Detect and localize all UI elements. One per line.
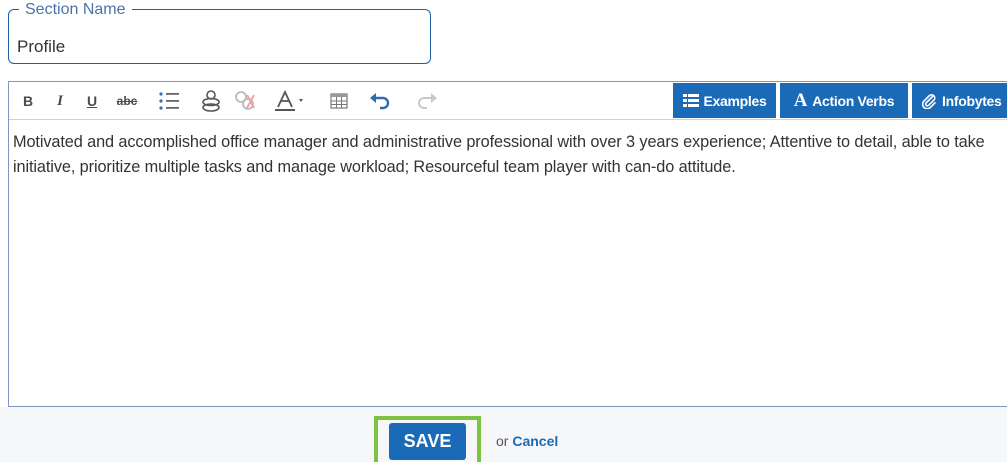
rich-text-editor: B I U abc Examples A Action Verbs Infoby… bbox=[8, 81, 1007, 407]
examples-label: Examples bbox=[703, 92, 767, 109]
action-verbs-label: Action Verbs bbox=[812, 92, 895, 109]
underline-icon[interactable]: U bbox=[85, 90, 99, 112]
section-name-field: Section Name bbox=[8, 0, 431, 64]
font-color-icon[interactable] bbox=[274, 90, 310, 112]
table-icon[interactable] bbox=[329, 90, 349, 112]
action-verbs-button[interactable]: A Action Verbs bbox=[780, 83, 908, 118]
resume-section-editor: Section Name B I U abc bbox=[0, 0, 1007, 462]
list-icon bbox=[682, 94, 699, 107]
editor-toolbar: B I U abc Examples A Action Verbs Infoby… bbox=[9, 82, 1007, 120]
infobytes-button[interactable]: Infobytes bbox=[912, 83, 1007, 118]
unlink-icon[interactable] bbox=[233, 90, 257, 112]
cancel-row: or Cancel bbox=[496, 433, 558, 449]
bulleted-list-icon[interactable] bbox=[158, 90, 180, 112]
save-button[interactable]: SAVE bbox=[389, 423, 466, 460]
editor-content[interactable]: Motivated and accomplished office manage… bbox=[13, 130, 1003, 400]
letter-a-icon: A bbox=[793, 89, 808, 111]
section-name-legend: Section Name bbox=[19, 0, 132, 20]
infobytes-label: Infobytes bbox=[942, 92, 1002, 109]
or-text: or bbox=[496, 433, 509, 449]
strikethrough-icon[interactable]: abc bbox=[113, 90, 141, 112]
redo-icon[interactable] bbox=[416, 90, 438, 112]
cancel-link[interactable]: Cancel bbox=[512, 433, 558, 449]
italic-icon[interactable]: I bbox=[53, 90, 67, 112]
bold-icon[interactable]: B bbox=[21, 90, 35, 112]
section-name-input[interactable] bbox=[17, 35, 422, 59]
link-icon[interactable] bbox=[200, 90, 222, 112]
undo-icon[interactable] bbox=[369, 90, 391, 112]
paperclip-icon bbox=[921, 93, 936, 109]
examples-button[interactable]: Examples bbox=[673, 83, 776, 118]
